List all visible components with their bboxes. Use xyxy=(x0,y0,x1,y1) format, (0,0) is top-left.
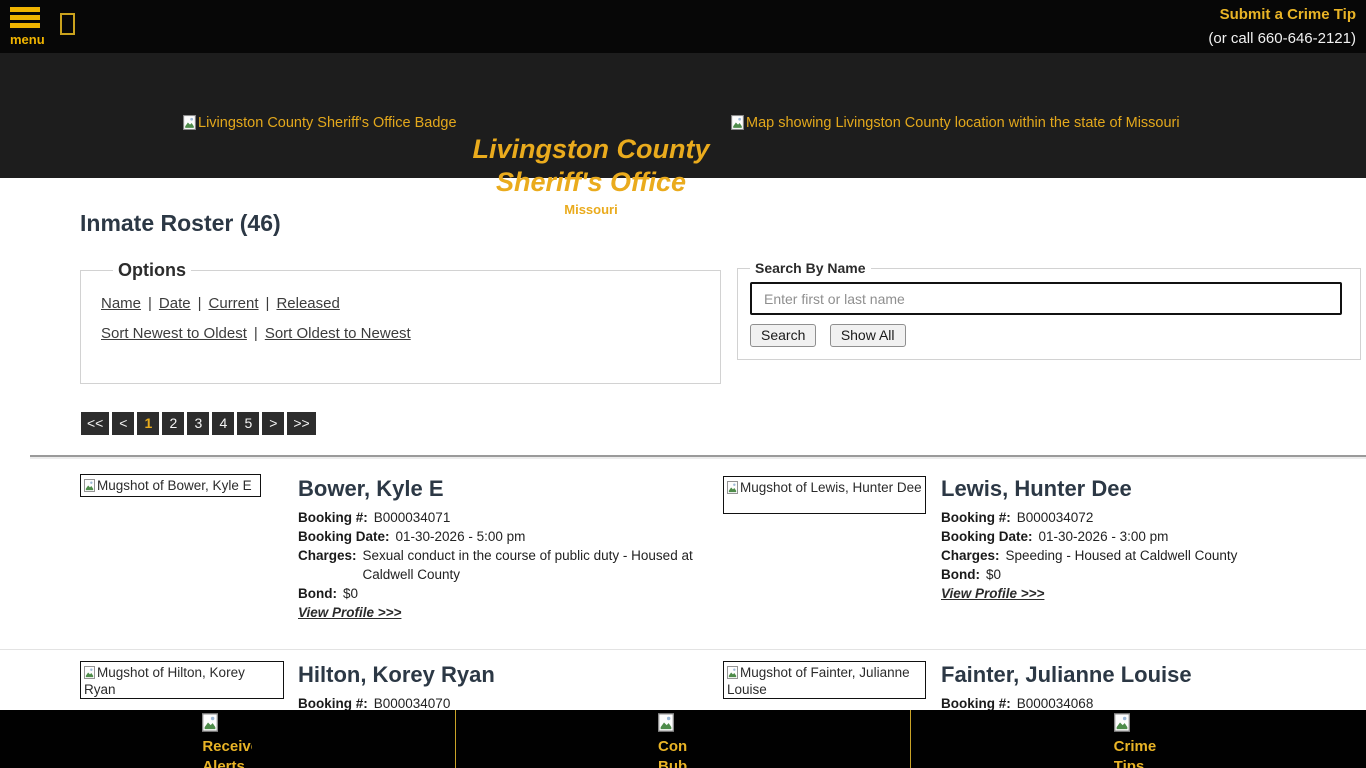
footer-label: Con Bub xyxy=(658,738,688,768)
filter-link-date[interactable]: Date xyxy=(159,295,191,312)
menu-button[interactable]: menu xyxy=(10,7,45,49)
search-button[interactable]: Search xyxy=(750,324,817,347)
footer-crime-tips-link[interactable]: Crime Tips xyxy=(910,710,1366,768)
mugshot-broken-image[interactable]: Mugshot of Bower, Kyle E xyxy=(80,474,261,497)
pagination-page-4-button[interactable]: 4 xyxy=(212,412,235,435)
filter-link-released[interactable]: Released xyxy=(276,295,339,312)
inmate-card: Lewis, Hunter Dee Booking #: B000034072 B… xyxy=(941,476,1361,603)
charges-row: Charges: Sexual conduct in the course of … xyxy=(298,548,693,582)
top-bar: menu Submit a Crime Tip (or call 660-646… xyxy=(0,0,1366,53)
separator: | xyxy=(265,295,270,312)
inmate-name: Fainter, Julianne Louise xyxy=(941,662,1192,687)
hamburger-icon xyxy=(10,7,44,28)
missing-glyph-box-icon xyxy=(60,13,75,35)
booking-date-row: Booking Date: 01-30-2026 - 5:00 pm xyxy=(298,529,526,544)
footer-middle-link[interactable]: Con Bub xyxy=(454,710,911,768)
inmate-card: Fainter, Julianne Louise Booking #: B0000… xyxy=(941,662,1361,713)
options-legend: Options xyxy=(118,260,186,280)
pagination-page-1-button[interactable]: 1 xyxy=(137,412,160,435)
site-subtitle: Missouri xyxy=(564,202,618,217)
site-title-line1: Livingston County xyxy=(472,134,710,164)
inmate-card: Hilton, Korey Ryan Booking #: B000034070 xyxy=(298,662,708,713)
broken-image-icon xyxy=(727,481,738,494)
mugshot-broken-image[interactable]: Mugshot of Hilton, Korey Ryan xyxy=(80,661,284,699)
crime-tip-phone: (or call 660-646-2121) xyxy=(1208,30,1356,47)
footer: Receive Alerts Con Bub Crime Tips xyxy=(0,710,1366,768)
search-input[interactable] xyxy=(750,282,1342,315)
broken-image-icon xyxy=(84,479,95,492)
booking-date-row: Booking Date: 01-30-2026 - 3:00 pm xyxy=(941,529,1169,544)
pagination-page-3-button[interactable]: 3 xyxy=(187,412,210,435)
search-panel: Search By Name Search Show All xyxy=(737,260,1361,360)
broken-image-icon xyxy=(202,713,219,732)
badge-broken-image[interactable]: Livingston County Sheriff's Office Badge xyxy=(183,115,457,131)
broken-image-icon xyxy=(183,115,196,130)
divider xyxy=(0,649,1366,650)
filter-link-current[interactable]: Current xyxy=(209,295,259,312)
view-profile-link[interactable]: View Profile >>> xyxy=(298,603,401,622)
county-map-broken-image: Map showing Livingston County location w… xyxy=(731,115,1180,131)
header-banner: Livingston County Sheriff's Office Badge… xyxy=(0,53,1366,217)
broken-image-icon xyxy=(727,666,738,679)
pagination-page-5-button[interactable]: 5 xyxy=(237,412,260,435)
pagination-first-button[interactable]: << xyxy=(81,412,110,435)
footer-label: Receive Alerts xyxy=(202,738,252,768)
pagination-page-2-button[interactable]: 2 xyxy=(162,412,185,435)
sort-links: Sort Newest to Oldest | Sort Oldest to New… xyxy=(101,325,700,342)
pagination-last-button[interactable]: >> xyxy=(287,412,316,435)
search-legend: Search By Name xyxy=(755,260,866,276)
menu-label: menu xyxy=(10,32,45,47)
charges-row: Charges: Speeding - Housed at Caldwell Co… xyxy=(941,548,1238,563)
pagination-next-button[interactable]: > xyxy=(262,412,285,435)
pagination-prev-button[interactable]: < xyxy=(112,412,135,435)
inmate-name: Hilton, Korey Ryan xyxy=(298,662,495,687)
booking-number-row: Booking #: B000034072 xyxy=(941,510,1094,525)
bond-row: Bond: $0 xyxy=(941,567,1002,582)
show-all-button[interactable]: Show All xyxy=(829,324,906,347)
inmate-card: Bower, Kyle E Booking #: B000034071 Booki… xyxy=(298,476,708,622)
footer-label: Crime Tips xyxy=(1113,738,1157,768)
site-title-line2: Sheriff's Office xyxy=(496,167,686,197)
separator: | xyxy=(197,295,202,312)
inmate-name: Lewis, Hunter Dee xyxy=(941,476,1132,501)
filter-links: Name | Date | Current | Released xyxy=(101,295,700,312)
bond-row: Bond: $0 xyxy=(298,586,359,601)
booking-number-row: Booking #: B000034071 xyxy=(298,510,451,525)
submit-crime-tip-link[interactable]: Submit a Crime Tip xyxy=(1208,6,1356,23)
broken-image-icon xyxy=(731,115,744,130)
mugshot-broken-image[interactable]: Mugshot of Fainter, Julianne Louise xyxy=(723,661,926,699)
options-panel: Options Name | Date | Current | Released Sort … xyxy=(80,260,721,384)
inmate-name: Bower, Kyle E xyxy=(298,476,444,501)
footer-receive-alerts-link[interactable]: Receive Alerts xyxy=(0,710,455,768)
page-title: Inmate Roster (46) xyxy=(80,210,281,236)
filter-link-name[interactable]: Name xyxy=(101,295,141,312)
divider xyxy=(30,455,1366,457)
view-profile-link[interactable]: View Profile >>> xyxy=(941,584,1044,603)
broken-image-icon xyxy=(1113,713,1130,732)
sort-oldest-to-newest-link[interactable]: Sort Oldest to Newest xyxy=(265,325,411,342)
site-title: Livingston County Sheriff's Office Misso… xyxy=(411,133,771,217)
sort-newest-to-oldest-link[interactable]: Sort Newest to Oldest xyxy=(101,325,247,342)
broken-image-icon xyxy=(84,666,95,679)
separator: | xyxy=(148,295,152,312)
broken-image-icon xyxy=(658,713,674,732)
pagination: << < 1 2 3 4 5 > >> xyxy=(81,412,316,435)
separator: | xyxy=(253,325,258,342)
mugshot-broken-image[interactable]: Mugshot of Lewis, Hunter Dee xyxy=(723,476,926,514)
